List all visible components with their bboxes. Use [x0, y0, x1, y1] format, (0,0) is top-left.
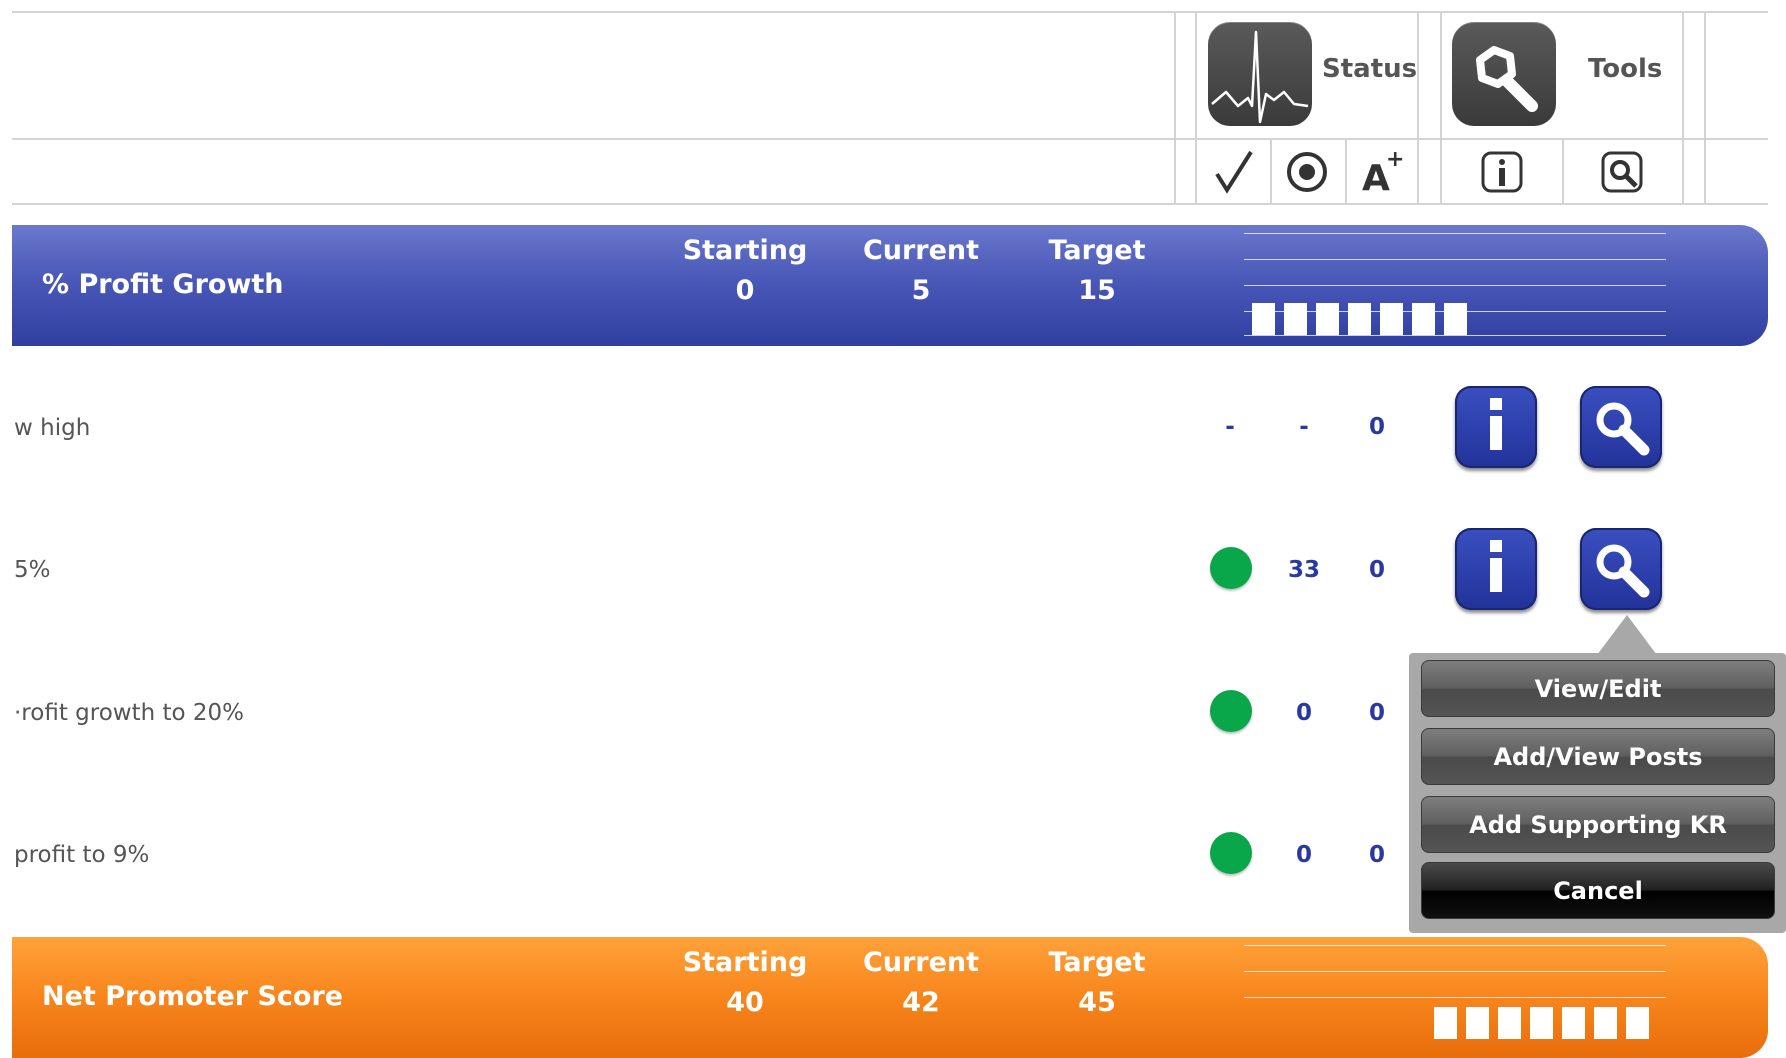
heartbeat-icon[interactable]: [1208, 22, 1312, 126]
header-mid-rule: [12, 138, 1768, 140]
status-green-dot: [1210, 832, 1252, 874]
target-value: 45: [1078, 987, 1116, 1018]
header-divider: [1270, 138, 1272, 205]
current-value: 0: [1295, 842, 1312, 868]
starting-header: Starting: [682, 947, 808, 978]
header-divider: [1345, 138, 1347, 205]
progress-bar-segment: [1444, 303, 1467, 335]
add-view-posts-button[interactable]: Add/View Posts: [1421, 728, 1775, 785]
starting-value: 40: [726, 987, 764, 1018]
key-result-text[interactable]: profit to 9%: [14, 842, 149, 868]
add-supporting-kr-button[interactable]: Add Supporting KR: [1421, 796, 1775, 853]
progress-bar-segment: [1284, 303, 1307, 335]
current-header: Current: [862, 235, 980, 266]
target-value: 15: [1078, 275, 1116, 306]
key-result-text[interactable]: 5%: [14, 557, 51, 583]
progress-bar-segment: [1252, 303, 1275, 335]
header-divider: [1440, 11, 1442, 205]
cancel-button[interactable]: Cancel: [1421, 862, 1775, 919]
info-button[interactable]: [1455, 386, 1537, 468]
check-icon[interactable]: [1213, 148, 1257, 198]
goal-band[interactable]: Net Promoter Score Starting Current Targ…: [12, 937, 1768, 1058]
target-header: Target: [1048, 235, 1146, 266]
popover-arrow: [1597, 615, 1657, 655]
progress-bar-segment: [1562, 1007, 1585, 1039]
header-divider: [1682, 11, 1684, 205]
current-header: Current: [862, 947, 980, 978]
goal-title: Net Promoter Score: [42, 981, 344, 1012]
target-icon[interactable]: [1285, 150, 1329, 198]
target-value: 0: [1368, 842, 1385, 868]
progress-bar-segment: [1530, 1007, 1553, 1039]
progress-bar-segment: [1594, 1007, 1617, 1039]
font-size-icon[interactable]: A +: [1362, 147, 1406, 199]
svg-text:+: +: [1386, 148, 1404, 172]
tools-magnifier-icon[interactable]: [1452, 22, 1556, 126]
target-header: Target: [1048, 947, 1146, 978]
goal-title: % Profit Growth: [42, 269, 284, 300]
magnifier-icon[interactable]: [1600, 150, 1644, 198]
header-divider: [1195, 11, 1197, 205]
tools-button[interactable]: [1580, 386, 1662, 468]
header-divider: [1562, 138, 1564, 205]
current-value: 5: [911, 275, 931, 306]
header-divider: [1704, 11, 1706, 205]
progress-bar-segment: [1380, 303, 1403, 335]
header-divider: [1174, 11, 1176, 205]
info-button[interactable]: [1455, 528, 1537, 610]
header-bottom-rule: [12, 203, 1768, 205]
goal-band[interactable]: % Profit Growth Starting Current Target …: [12, 225, 1768, 346]
current-value: 33: [1287, 557, 1320, 583]
tools-button[interactable]: [1580, 528, 1662, 610]
starting-value: 0: [735, 275, 755, 306]
target-value: 0: [1368, 557, 1385, 583]
target-value: 0: [1368, 700, 1385, 726]
current-value: 42: [902, 987, 940, 1018]
target-value: 0: [1368, 414, 1385, 440]
status-green-dot: [1210, 690, 1252, 732]
tools-header-label: Tools: [1588, 54, 1663, 84]
header-divider: [1417, 11, 1419, 205]
view-edit-button[interactable]: View/Edit: [1421, 660, 1775, 717]
key-result-text[interactable]: ·rofit growth to 20%: [14, 700, 244, 726]
progress-bar-segment: [1466, 1007, 1489, 1039]
progress-bar-segment: [1348, 303, 1371, 335]
key-result-text[interactable]: w high: [14, 415, 90, 441]
progress-bar-segment: [1434, 1007, 1457, 1039]
status-green-dot: [1210, 547, 1252, 589]
starting-header: Starting: [682, 235, 808, 266]
progress-bar-segment: [1316, 303, 1339, 335]
progress-bar-segment: [1412, 303, 1435, 335]
current-value: -: [1299, 414, 1309, 440]
status-dash: -: [1225, 414, 1235, 440]
progress-bar-segment: [1626, 1007, 1649, 1039]
progress-bar-segment: [1498, 1007, 1521, 1039]
header-top-rule: [12, 11, 1768, 13]
info-icon[interactable]: [1480, 150, 1524, 198]
current-value: 0: [1295, 700, 1312, 726]
status-header-label: Status: [1322, 54, 1418, 84]
